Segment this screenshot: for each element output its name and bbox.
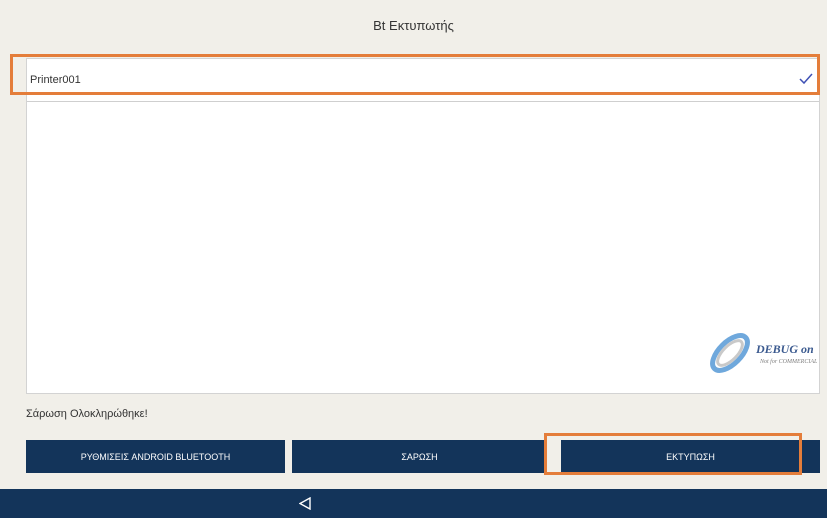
back-triangle-icon[interactable] [299,497,311,510]
print-button[interactable]: ΕΚΤΥΠΩΣΗ [561,440,820,473]
watermark-text: DEBUG on [756,342,814,356]
scan-button[interactable]: ΣΑΡΩΣΗ [292,440,547,473]
page-title: Bt Εκτυπωτής [373,17,454,33]
debug-watermark: DEBUG on Not for COMMERCIAL [704,327,827,379]
status-text: Σάρωση Ολοκληρώθηκε! [26,408,148,420]
watermark-subtext: Not for COMMERCIAL [760,359,818,365]
device-list-item[interactable]: Printer001 [27,59,819,102]
device-list: Printer001 DEBUG on Not for COMMERCIAL [26,58,820,394]
navigation-bar [0,489,827,518]
android-bluetooth-settings-button[interactable]: ΡΥΘΜΙΣΕΙΣ ANDROID BLUETOOTH [26,440,285,473]
debug-logo-icon [710,333,750,373]
check-icon [799,73,813,85]
title-bar: Bt Εκτυπωτής [0,0,827,50]
device-name: Printer001 [30,74,81,86]
